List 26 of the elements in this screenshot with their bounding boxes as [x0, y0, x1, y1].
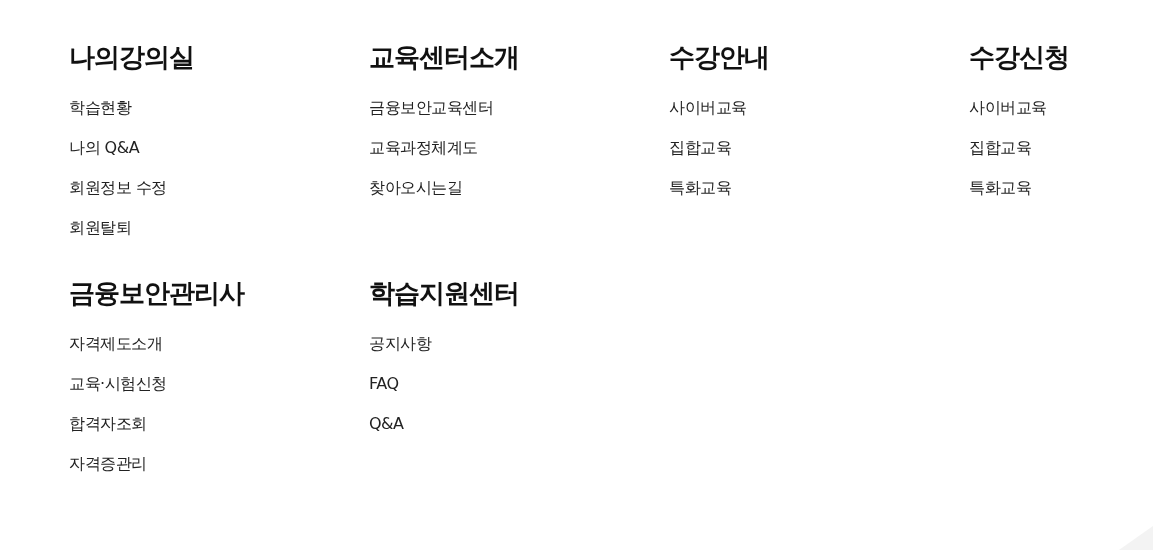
menu-link[interactable]: 학습현황: [69, 98, 131, 117]
menu-link[interactable]: 회원정보 수정: [69, 178, 167, 197]
menu-link[interactable]: 공지사항: [369, 334, 431, 353]
menu-link[interactable]: 합격자조회: [69, 414, 147, 433]
menu-link[interactable]: Q&A: [369, 414, 404, 433]
section-heading: 교육센터소개: [369, 41, 520, 74]
menu-link[interactable]: 사이버교육: [969, 98, 1047, 117]
menu-link[interactable]: 특화교육: [669, 178, 731, 197]
section-heading: 금융보안관리사: [69, 277, 246, 310]
section-heading: 수강신청: [969, 41, 1070, 74]
menu-link[interactable]: 나의 Q&A: [69, 138, 140, 157]
menu-link[interactable]: 교육과정체계도: [369, 138, 478, 157]
menu-link[interactable]: 특화교육: [969, 178, 1031, 197]
menu-link[interactable]: 자격증관리: [69, 454, 147, 473]
menu-link[interactable]: 자격제도소개: [69, 334, 162, 353]
section-heading: 학습지원센터: [369, 277, 520, 310]
section-heading: 나의강의실: [69, 41, 195, 74]
menu-link[interactable]: FAQ: [369, 374, 399, 393]
section-heading: 수강안내: [669, 41, 770, 74]
menu-link[interactable]: 집합교육: [969, 138, 1031, 157]
menu-link[interactable]: 교육·시험신청: [69, 374, 167, 393]
menu-link[interactable]: 사이버교육: [669, 98, 747, 117]
menu-link[interactable]: 집합교육: [669, 138, 731, 157]
menu-link[interactable]: 찾아오시는길: [369, 178, 462, 197]
menu-link[interactable]: 회원탈퇴: [69, 218, 131, 237]
menu-link[interactable]: 금융보안교육센터: [369, 98, 493, 117]
